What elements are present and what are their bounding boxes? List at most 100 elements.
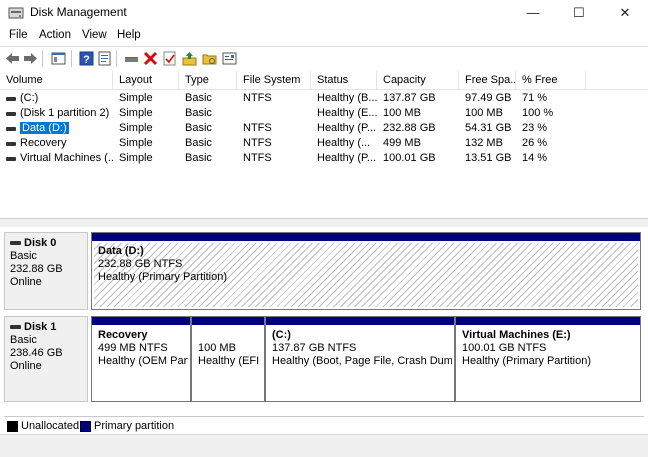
table-row[interactable]: (Disk 1 partition 2) Simple Basic Healthy (… — [0, 106, 648, 121]
cell-layout: Simple — [119, 121, 179, 136]
partition-name: Recovery — [98, 329, 148, 341]
folder-icon[interactable] — [201, 50, 218, 67]
properties-icon[interactable] — [96, 50, 113, 67]
cell-layout: Simple — [119, 136, 179, 151]
cell-pct: 71 % — [522, 91, 586, 106]
rescan-icon[interactable] — [181, 50, 198, 67]
console-tree-icon[interactable] — [50, 50, 67, 67]
volume-drive-icon — [6, 112, 16, 116]
cell-text: 132 MB — [465, 137, 503, 149]
cell-status: Healthy (P... — [317, 151, 377, 166]
cell-text: Simple — [119, 137, 153, 149]
legend-primary-partition: Primary partition — [94, 420, 175, 432]
cell-pct: 14 % — [522, 151, 586, 166]
cell-pct: 100 % — [522, 106, 586, 121]
maximize-button[interactable]: ☐ — [556, 0, 602, 26]
column-volume[interactable]: Volume — [0, 71, 113, 89]
close-button[interactable]: ✕ — [602, 0, 648, 26]
column-type[interactable]: Type — [179, 71, 237, 89]
primary-partition-swatch — [80, 421, 91, 432]
column-file-system[interactable]: File System — [237, 71, 311, 89]
delete-icon[interactable] — [142, 50, 159, 67]
primary-partition-bar — [266, 317, 454, 325]
check-icon[interactable] — [161, 50, 178, 67]
cell-status: Healthy (B... — [317, 91, 377, 106]
svg-text:?: ? — [83, 54, 90, 66]
status-bar — [0, 434, 648, 457]
partition-virtual-machines-e[interactable]: Virtual Machines (E:) 100.01 GB NTFS Hea… — [455, 316, 641, 402]
connect-icon[interactable] — [123, 50, 140, 67]
partition-status: Healthy (Boot, Page File, Crash Dump, I — [272, 355, 452, 367]
back-icon[interactable] — [4, 50, 21, 67]
disk-type: Basic — [10, 334, 37, 346]
minimize-button[interactable]: — — [510, 0, 556, 26]
partition-name — [198, 329, 258, 342]
disk-0-label[interactable]: Disk 0 Basic 232.88 GB Online — [4, 232, 88, 310]
toolbar: ? — [0, 46, 648, 72]
cell-type: Basic — [185, 136, 237, 151]
table-row[interactable]: Virtual Machines (... Simple Basic NTFS Heal… — [0, 151, 648, 166]
cell-type: Basic — [185, 106, 237, 121]
cell-text: Simple — [119, 107, 153, 119]
partition-body: Recovery 499 MB NTFS Healthy (OEM Parti — [94, 327, 188, 399]
disk-state: Online — [10, 360, 42, 372]
cell-text: Healthy (B... — [317, 92, 377, 104]
table-row[interactable]: Data (D:) Simple Basic NTFS Healthy (P... 232… — [0, 121, 648, 136]
cell-text: 71 % — [522, 92, 548, 104]
toolbar-separator — [71, 50, 72, 67]
cell-type: Basic — [185, 91, 237, 106]
toolbar-separator — [42, 50, 43, 67]
disk-1-label[interactable]: Disk 1 Basic 238.46 GB Online — [4, 316, 88, 402]
help-icon[interactable]: ? — [78, 50, 95, 67]
disk-size: 232.88 GB — [10, 263, 63, 275]
cell-status: Healthy (... — [317, 136, 377, 151]
cell-volume: Recovery — [20, 136, 113, 151]
cell-text: NTFS — [243, 152, 272, 164]
partition-size: 137.87 GB NTFS — [272, 342, 357, 354]
cell-text: Simple — [119, 92, 153, 104]
disk-name: Disk 1 — [24, 321, 57, 333]
partition-name: (C:) — [272, 329, 291, 341]
cell-text: Simple — [119, 122, 153, 134]
table-row[interactable]: (C:) Simple Basic NTFS Healthy (B... 137.87 G… — [0, 91, 648, 106]
partition-size: 232.88 GB NTFS — [98, 258, 183, 270]
disk-icon — [10, 325, 21, 330]
unallocated-swatch — [7, 421, 18, 432]
cell-volume: (Disk 1 partition 2) — [20, 106, 113, 121]
settings-icon[interactable] — [221, 50, 238, 67]
cell-layout: Simple — [119, 91, 179, 106]
menu-file[interactable]: File — [9, 29, 28, 41]
menu-view[interactable]: View — [82, 29, 107, 41]
partition-data-d[interactable]: Data (D:) 232.88 GB NTFS Healthy (Primar… — [91, 232, 641, 310]
partition-status: Healthy (EFI S — [198, 355, 262, 367]
cell-text: 137.87 GB — [383, 92, 436, 104]
partition-recovery[interactable]: Recovery 499 MB NTFS Healthy (OEM Parti — [91, 316, 191, 402]
cell-text: 26 % — [522, 137, 548, 149]
cell-status: Healthy (P... — [317, 121, 377, 136]
cell-text: 100 MB — [383, 107, 421, 119]
table-row[interactable]: Recovery Simple Basic NTFS Healthy (... 499 M… — [0, 136, 648, 151]
disk-type: Basic — [10, 250, 37, 262]
menu-help[interactable]: Help — [117, 29, 141, 41]
column-percent-free[interactable]: % Free — [516, 71, 586, 89]
column-capacity[interactable]: Capacity — [377, 71, 459, 89]
cell-volume: Data (D:) — [20, 121, 113, 136]
cell-text: 100 % — [522, 107, 554, 119]
partition-c[interactable]: (C:) 137.87 GB NTFS Healthy (Boot, Page … — [265, 316, 455, 402]
forward-icon[interactable] — [22, 50, 39, 67]
cell-text: 100 MB — [465, 107, 503, 119]
cell-free: 100 MB — [465, 106, 516, 121]
cell-text: (Disk 1 partition 2) — [20, 107, 110, 119]
partition-size: 499 MB NTFS — [98, 342, 168, 354]
partition-efi[interactable]: 100 MB Healthy (EFI S — [191, 316, 265, 402]
menu-action[interactable]: Action — [39, 29, 71, 41]
column-free-space[interactable]: Free Spa... — [459, 71, 516, 89]
cell-text: Basic — [185, 152, 212, 164]
cell-volume: (C:) — [20, 91, 113, 106]
column-status[interactable]: Status — [311, 71, 377, 89]
cell-text: 23 % — [522, 122, 548, 134]
cell-layout: Simple — [119, 151, 179, 166]
cell-pct: 26 % — [522, 136, 586, 151]
column-layout[interactable]: Layout — [113, 71, 179, 89]
cell-free: 13.51 GB — [465, 151, 516, 166]
